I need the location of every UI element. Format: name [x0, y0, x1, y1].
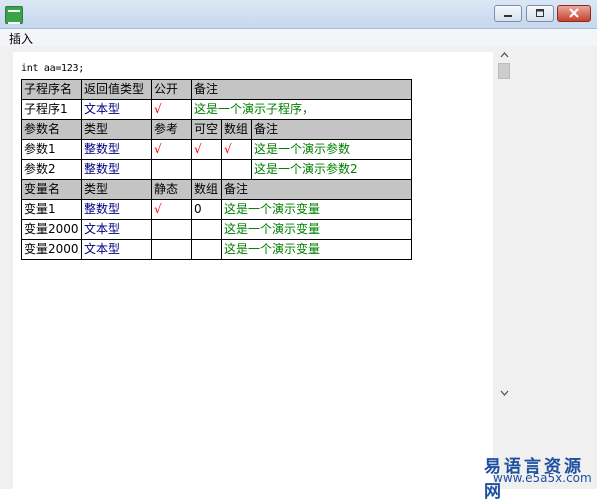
check-icon: √ — [154, 102, 162, 116]
minimize-button[interactable] — [494, 5, 522, 22]
app-logo-icon — [5, 6, 23, 24]
scroll-thumb[interactable] — [498, 63, 510, 79]
col-header-nullable: 可空 — [191, 119, 222, 140]
code-line[interactable]: int aa=123; — [21, 63, 84, 74]
variable-name[interactable]: 变量2000 — [21, 239, 82, 260]
param-row[interactable]: 参数1 整数型 √ √ √ 这是一个演示参数 — [21, 139, 412, 160]
param-name[interactable]: 参数2 — [21, 159, 82, 180]
title-bar — [0, 0, 597, 29]
menu-insert[interactable]: 插入 — [9, 30, 33, 47]
watermark-url: www.e5a5x.com — [493, 471, 592, 485]
variable-row[interactable]: 变量2000 文本型 这是一个演示变量 — [21, 239, 412, 260]
param-header-row: 参数名 类型 参考 可空 数组 备注 — [21, 119, 412, 140]
col-header-return-type: 返回值类型 — [81, 79, 152, 100]
col-header-public: 公开 — [151, 79, 192, 100]
check-icon: √ — [224, 142, 232, 156]
param-remark[interactable]: 这是一个演示参数 — [251, 139, 412, 160]
left-frame — [0, 46, 13, 489]
maximize-button[interactable] — [526, 5, 554, 22]
close-icon — [569, 8, 579, 18]
col-header-static: 静态 — [151, 179, 192, 200]
param-remark[interactable]: 这是一个演示参数2 — [251, 159, 412, 180]
variable-static-cell[interactable]: √ — [151, 199, 192, 220]
col-header-param-remark: 备注 — [251, 119, 412, 140]
subprogram-remark[interactable]: 这是一个演示子程序， — [191, 99, 412, 120]
right-panel — [515, 46, 597, 489]
col-header-variable-array: 数组 — [191, 179, 222, 200]
variable-remark[interactable]: 这是一个演示变量 — [221, 199, 412, 220]
param-nullable-cell[interactable] — [191, 159, 222, 180]
check-icon: √ — [194, 142, 202, 156]
subprogram-table: 子程序名 返回值类型 公开 备注 子程序1 文本型 √ 这是一个演示子程序， 参… — [21, 79, 412, 260]
subprogram-header-row: 子程序名 返回值类型 公开 备注 — [21, 79, 412, 100]
variable-row[interactable]: 变量2000 文本型 这是一个演示变量 — [21, 219, 412, 240]
check-icon: √ — [154, 202, 162, 216]
col-header-reference: 参考 — [151, 119, 192, 140]
param-reference-cell[interactable]: √ — [151, 139, 192, 160]
param-row[interactable]: 参数2 整数型 这是一个演示参数2 — [21, 159, 412, 180]
subprogram-row[interactable]: 子程序1 文本型 √ 这是一个演示子程序， — [21, 99, 412, 120]
close-button[interactable] — [557, 5, 591, 22]
param-type[interactable]: 整数型 — [81, 139, 152, 160]
menu-bar: 插入 — [0, 29, 597, 46]
col-header-param-type: 类型 — [81, 119, 152, 140]
variable-remark[interactable]: 这是一个演示变量 — [221, 239, 412, 260]
col-header-variable-remark: 备注 — [221, 179, 412, 200]
scroll-up-icon[interactable] — [500, 51, 509, 58]
variable-static-cell[interactable] — [151, 239, 192, 260]
variable-static-cell[interactable] — [151, 219, 192, 240]
variable-type[interactable]: 文本型 — [81, 219, 152, 240]
col-header-variable-type: 类型 — [81, 179, 152, 200]
check-icon: √ — [154, 142, 162, 156]
variable-array[interactable] — [191, 239, 222, 260]
param-name[interactable]: 参数1 — [21, 139, 82, 160]
variable-array[interactable]: 0 — [191, 199, 222, 220]
vertical-scrollbar[interactable] — [493, 46, 515, 489]
param-reference-cell[interactable] — [151, 159, 192, 180]
col-header-variable-name: 变量名 — [21, 179, 82, 200]
maximize-icon — [536, 9, 544, 17]
variable-type[interactable]: 文本型 — [81, 239, 152, 260]
col-header-subprogram-name: 子程序名 — [21, 79, 82, 100]
variable-type[interactable]: 整数型 — [81, 199, 152, 220]
scroll-down-icon[interactable] — [500, 390, 509, 397]
subprogram-return-type[interactable]: 文本型 — [81, 99, 152, 120]
variable-row[interactable]: 变量1 整数型 √ 0 这是一个演示变量 — [21, 199, 412, 220]
param-nullable-cell[interactable]: √ — [191, 139, 222, 160]
variable-name[interactable]: 变量1 — [21, 199, 82, 220]
minimize-icon — [504, 15, 512, 17]
col-header-remark: 备注 — [191, 79, 412, 100]
param-array-cell[interactable]: √ — [221, 139, 252, 160]
col-header-param-array: 数组 — [221, 119, 252, 140]
variable-remark[interactable]: 这是一个演示变量 — [221, 219, 412, 240]
subprogram-name[interactable]: 子程序1 — [21, 99, 82, 120]
variable-array[interactable] — [191, 219, 222, 240]
param-array-cell[interactable] — [221, 159, 252, 180]
param-type[interactable]: 整数型 — [81, 159, 152, 180]
variable-header-row: 变量名 类型 静态 数组 备注 — [21, 179, 412, 200]
subprogram-public-cell[interactable]: √ — [151, 99, 192, 120]
col-header-param-name: 参数名 — [21, 119, 82, 140]
variable-name[interactable]: 变量2000 — [21, 219, 82, 240]
